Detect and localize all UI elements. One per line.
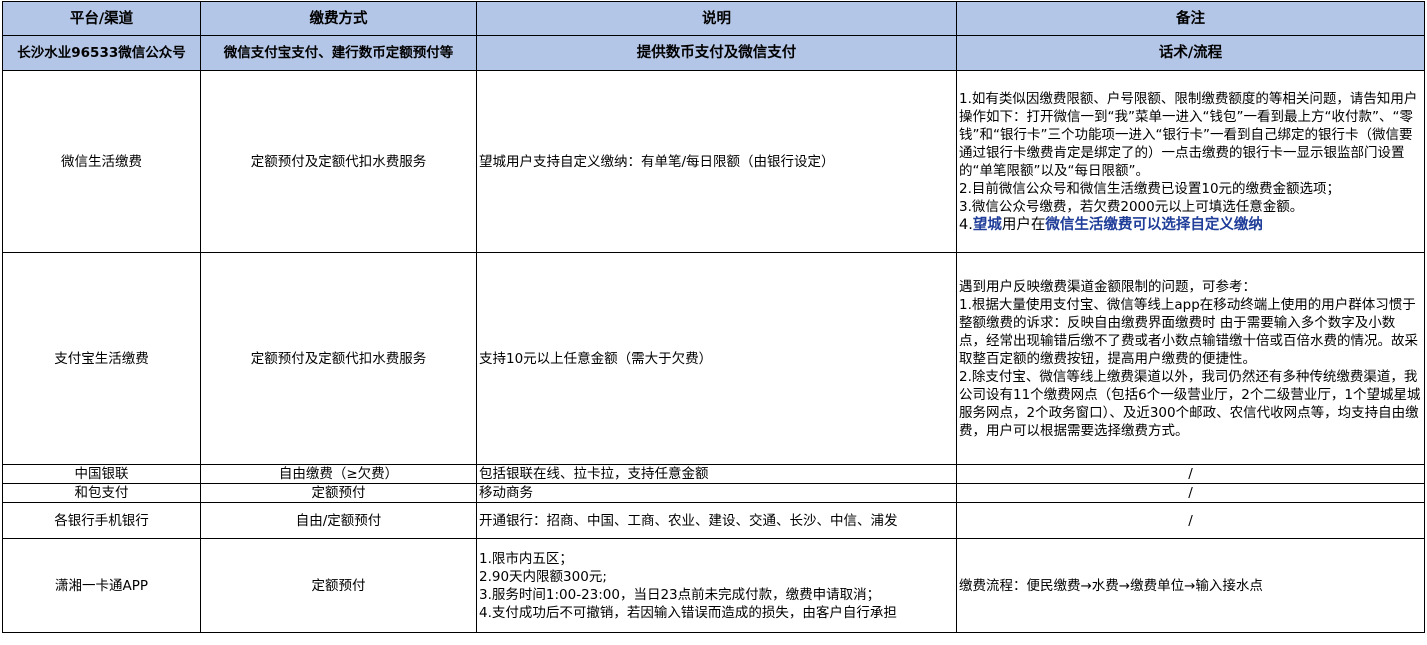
description-line: 4.支付成功后不可撤销，若因输入错误而造成的损失，由客户自行承担 xyxy=(479,604,897,621)
remark-line: 2.除支付宝、微信等线上缴费渠道以外，我司仍然还有多种传统缴费渠道，我公司设有1… xyxy=(959,368,1421,439)
remarks-cell: / xyxy=(956,502,1425,539)
description-line: 3.服务时间1:00-23:00，当日23点前未完成付款，缴费申请取消； xyxy=(479,586,881,603)
remark-line: 2.目前微信公众号和微信生活缴费已设置10元的缴费金额选项； xyxy=(959,180,1341,197)
subheader-platform: 长沙水业96533微信公众号 xyxy=(2,35,201,71)
remark-highlight-region: 望城 xyxy=(972,216,1002,233)
subheader-description: 提供数币支付及微信支付 xyxy=(476,35,957,71)
description-cell: 1.限市内五区； 2.90天内限额300元; 3.服务时间1:00-23:00，… xyxy=(476,538,957,633)
remark-text: 用户在 xyxy=(1001,216,1046,233)
table-row: 各银行手机银行 自由/定额预付 开通银行：招商、中国、工商、农业、建设、交通、长… xyxy=(2,502,1425,539)
method-cell: 定额预付 xyxy=(200,538,477,633)
description-cell: 望城用户支持自定义缴纳：有单笔/每日限额（由银行设定） xyxy=(476,70,957,253)
remarks-cell: / xyxy=(956,483,1425,503)
header-row-2: 长沙水业96533微信公众号 微信支付宝支付、建行数币定额预付等 提供数币支付及… xyxy=(2,35,1425,71)
header-description: 说明 xyxy=(476,1,957,36)
remarks-cell: 1.如有类似因缴费限额、户号限额、限制缴费额度的等相关问题，请告知用户操作如下：… xyxy=(956,70,1425,253)
method-cell: 自由/定额预付 xyxy=(200,502,477,539)
table-row: 潇湘一卡通APP 定额预付 1.限市内五区； 2.90天内限额300元; 3.服… xyxy=(2,538,1425,633)
remark-line: 1.如有类似因缴费限额、户号限额、限制缴费额度的等相关问题，请告知用户操作如下：… xyxy=(959,90,1418,179)
remark-index: 4. xyxy=(959,216,973,233)
header-row-1: 平台/渠道 缴费方式 说明 备注 xyxy=(2,1,1425,36)
table-row: 支付宝生活缴费 定额预付及定额代扣水费服务 支持10元以上任意金额（需大于欠费）… xyxy=(2,252,1425,465)
platform-cell: 中国银联 xyxy=(2,464,201,484)
table-row: 微信生活缴费 定额预付及定额代扣水费服务 望城用户支持自定义缴纳：有单笔/每日限… xyxy=(2,70,1425,253)
remark-highlight-feature: 微信生活缴费可以选择自定义缴纳 xyxy=(1045,216,1263,233)
header-platform: 平台/渠道 xyxy=(2,1,201,36)
platform-cell: 支付宝生活缴费 xyxy=(2,252,201,465)
remark-highlight-line: 4.望城用户在微信生活缴费可以选择自定义缴纳 xyxy=(959,216,1422,234)
description-cell: 开通银行：招商、中国、工商、农业、建设、交通、长沙、中信、浦发 xyxy=(476,502,957,539)
description-line: 1.限市内五区； xyxy=(479,550,573,567)
description-line: 2.90天内限额300元; xyxy=(479,568,607,585)
remark-line: 遇到用户反映缴费渠道金额限制的问题，可参考： xyxy=(959,278,1256,295)
remark-line: 1.根据大量使用支付宝、微信等线上app在移动终端上使用的用户群体习惯于整额缴费… xyxy=(959,296,1418,367)
platform-cell: 微信生活缴费 xyxy=(2,70,201,253)
payment-channel-table: 平台/渠道 缴费方式 说明 备注 长沙水业96533微信公众号 微信支付宝支付、… xyxy=(2,1,1425,633)
remarks-cell: 遇到用户反映缴费渠道金额限制的问题，可参考： 1.根据大量使用支付宝、微信等线上… xyxy=(956,252,1425,465)
description-cell: 支持10元以上任意金额（需大于欠费） xyxy=(476,252,957,465)
platform-cell: 潇湘一卡通APP xyxy=(2,538,201,633)
platform-cell: 各银行手机银行 xyxy=(2,502,201,539)
remarks-cell: 缴费流程：便民缴费→水费→缴费单位→输入接水点 xyxy=(956,538,1425,633)
description-cell: 移动商务 xyxy=(476,483,957,503)
subheader-method: 微信支付宝支付、建行数币定额预付等 xyxy=(200,35,477,71)
header-method: 缴费方式 xyxy=(200,1,477,36)
method-cell: 定额预付及定额代扣水费服务 xyxy=(200,252,477,465)
method-cell: 定额预付及定额代扣水费服务 xyxy=(200,70,477,253)
subheader-remarks: 话术/流程 xyxy=(956,35,1425,71)
platform-cell: 和包支付 xyxy=(2,483,201,503)
header-remarks: 备注 xyxy=(956,1,1425,36)
remark-line: 3.微信公众号缴费，若欠费2000元以上可填选任意金额。 xyxy=(959,198,1304,215)
remarks-cell: / xyxy=(956,464,1425,484)
table-row: 和包支付 定额预付 移动商务 / xyxy=(2,483,1425,503)
method-cell: 自由缴费（≥欠费） xyxy=(200,464,477,484)
description-cell: 包括银联在线、拉卡拉，支持任意金额 xyxy=(476,464,957,484)
table-row: 中国银联 自由缴费（≥欠费） 包括银联在线、拉卡拉，支持任意金额 / xyxy=(2,464,1425,484)
method-cell: 定额预付 xyxy=(200,483,477,503)
